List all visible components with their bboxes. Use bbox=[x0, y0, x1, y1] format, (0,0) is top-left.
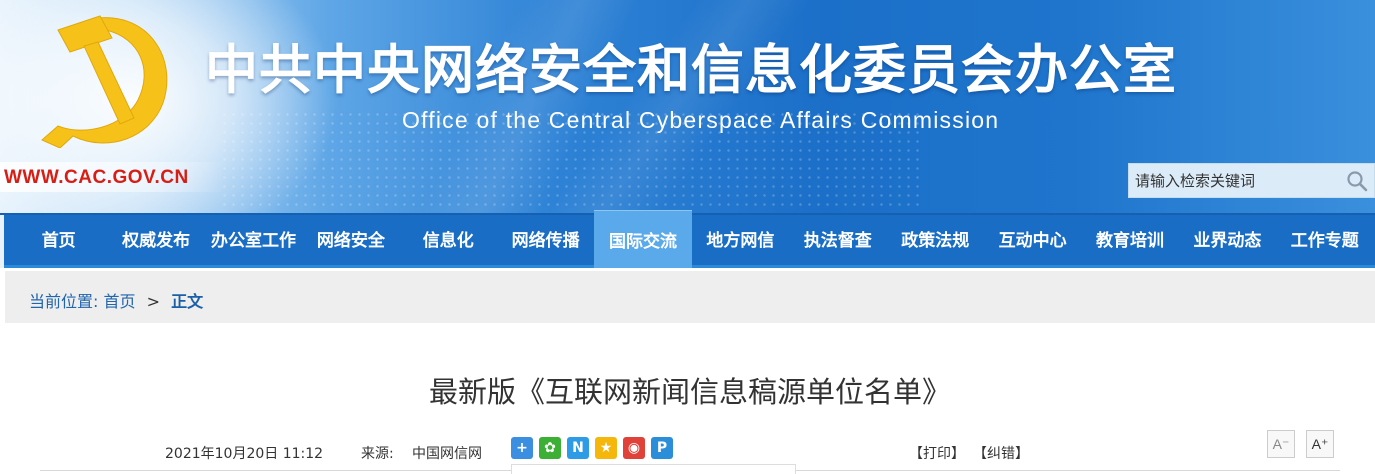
breadcrumb-separator: > bbox=[146, 292, 161, 311]
nav-item-industry-news[interactable]: 业界动态 bbox=[1179, 215, 1276, 268]
qzone-icon[interactable]: ★ bbox=[595, 437, 617, 459]
breadcrumb: 当前位置: 首页 > 正文 bbox=[29, 288, 203, 312]
article-source-label: 来源: bbox=[361, 446, 394, 462]
party-emblem-icon bbox=[41, 15, 168, 148]
search-input[interactable] bbox=[1129, 164, 1339, 197]
site-url[interactable]: WWW.CAC.GOV.CN bbox=[4, 167, 189, 189]
nav-item-authoritative-release[interactable]: 权威发布 bbox=[107, 215, 204, 268]
nav-item-law-enforcement[interactable]: 执法督查 bbox=[789, 215, 886, 268]
renren-icon[interactable]: P bbox=[651, 437, 673, 459]
nav-item-informatization[interactable]: 信息化 bbox=[400, 215, 497, 268]
search-box bbox=[1128, 163, 1375, 198]
nav-item-office-work[interactable]: 办公室工作 bbox=[205, 215, 302, 268]
site-title: 中共中央网络安全和信息化委员会办公室 bbox=[205, 40, 1177, 101]
breadcrumb-current: 正文 bbox=[171, 292, 204, 311]
report-error-link[interactable]: 【纠错】 bbox=[973, 443, 1029, 463]
nav-item-interaction-center[interactable]: 互动中心 bbox=[984, 215, 1081, 268]
share-popover bbox=[511, 464, 796, 474]
font-increase-button[interactable]: A⁺ bbox=[1306, 430, 1334, 458]
nav-list: 首页 权威发布 办公室工作 网络安全 信息化 网络传播 国际交流 地方网信 执法… bbox=[10, 210, 1373, 268]
share-bar: + ✿ N ★ ◉ P bbox=[511, 437, 673, 459]
nav-item-international-exchange[interactable]: 国际交流 bbox=[594, 210, 692, 268]
breadcrumb-bar: 当前位置: 首页 > 正文 bbox=[5, 271, 1375, 323]
main-nav: 首页 权威发布 办公室工作 网络安全 信息化 网络传播 国际交流 地方网信 执法… bbox=[0, 210, 1375, 268]
site-header: 中共中央网络安全和信息化委员会办公室 Office of the Central… bbox=[0, 0, 1375, 213]
article-content: 最新版《互联网新闻信息稿源单位名单》 2021年10月20日 11:12 来源:… bbox=[5, 323, 1375, 474]
breadcrumb-home-link[interactable]: 首页 bbox=[104, 292, 136, 311]
share-more-icon[interactable]: + bbox=[511, 437, 533, 459]
netease-icon[interactable]: N bbox=[567, 437, 589, 459]
nav-item-network-communication[interactable]: 网络传播 bbox=[497, 215, 594, 268]
nav-item-local-cac[interactable]: 地方网信 bbox=[692, 215, 789, 268]
nav-item-home[interactable]: 首页 bbox=[10, 215, 107, 268]
search-icon[interactable] bbox=[1346, 170, 1368, 192]
nav-left-cap bbox=[0, 215, 4, 268]
article-title: 最新版《互联网新闻信息稿源单位名单》 bbox=[428, 375, 951, 409]
weibo-icon[interactable]: ◉ bbox=[623, 437, 645, 459]
article-date: 2021年10月20日 11:12 bbox=[165, 446, 324, 462]
article-source: 中国网信网 bbox=[412, 446, 482, 462]
print-link[interactable]: 【打印】 bbox=[909, 443, 965, 463]
nav-item-cybersecurity[interactable]: 网络安全 bbox=[302, 215, 399, 268]
nav-item-education-training[interactable]: 教育培训 bbox=[1081, 215, 1178, 268]
font-decrease-button[interactable]: A⁻ bbox=[1267, 430, 1295, 458]
nav-item-special-topics[interactable]: 工作专题 bbox=[1276, 215, 1373, 268]
site-subtitle: Office of the Central Cyberspace Affairs… bbox=[402, 107, 1000, 133]
nav-item-policy-regulations[interactable]: 政策法规 bbox=[887, 215, 984, 268]
breadcrumb-label: 当前位置: bbox=[29, 292, 99, 311]
wechat-icon[interactable]: ✿ bbox=[539, 437, 561, 459]
